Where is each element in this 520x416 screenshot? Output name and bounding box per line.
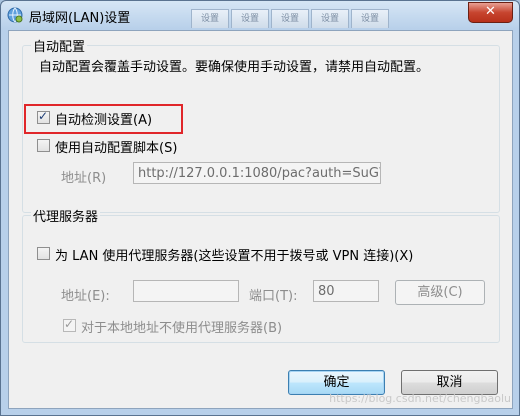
proxy-port-field[interactable]: 80 xyxy=(313,280,379,302)
close-button[interactable]: ✕ xyxy=(468,2,513,23)
background-tab: 设置 xyxy=(351,9,389,28)
proxy-group-label: 代理服务器 xyxy=(31,206,101,225)
watermark: https://blog.csdn.net/chengbaolu xyxy=(329,392,511,405)
internet-options-icon xyxy=(7,7,23,23)
use-proxy-checkbox[interactable] xyxy=(37,247,50,260)
use-script-label[interactable]: 使用自动配置脚本(S) xyxy=(55,137,177,156)
dialog-client-area: 自动配置 自动配置会覆盖手动设置。要确保使用手动设置，请禁用自动配置。 自动检测… xyxy=(8,30,513,409)
use-proxy-label[interactable]: 为 LAN 使用代理服务器(这些设置不用于拨号或 VPN 连接)(X) xyxy=(55,245,413,264)
auto-config-description: 自动配置会覆盖手动设置。要确保使用手动设置，请禁用自动配置。 xyxy=(39,60,430,75)
background-tab: 设置 xyxy=(271,9,309,28)
proxy-address-field[interactable] xyxy=(133,280,239,302)
background-tab: 设置 xyxy=(311,9,349,28)
window-title: 局域网(LAN)设置 xyxy=(29,11,131,26)
bypass-local-checkbox[interactable] xyxy=(63,317,76,332)
bypass-local-label[interactable]: 对于本地地址不使用代理服务器(B) xyxy=(81,317,282,336)
advanced-button[interactable]: 高级(C) xyxy=(395,280,485,305)
use-script-checkbox[interactable] xyxy=(37,139,50,152)
highlight-annotation xyxy=(24,104,183,134)
background-tab: 设置 xyxy=(231,9,269,28)
title-bar[interactable]: 局域网(LAN)设置 设置 设置 设置 设置 设置 ✕ xyxy=(1,1,519,29)
background-tabs: 设置 设置 设置 设置 设置 xyxy=(191,1,441,28)
lan-settings-window: 局域网(LAN)设置 设置 设置 设置 设置 设置 ✕ 自动配置 自动配置会覆盖… xyxy=(0,0,520,416)
auto-config-group-label: 自动配置 xyxy=(31,36,88,55)
proxy-address-label: 地址(E): xyxy=(61,289,110,304)
script-address-field[interactable]: http://127.0.0.1:1080/pac?auth=SuGW xyxy=(133,162,381,184)
proxy-port-label: 端口(T): xyxy=(249,289,298,304)
background-tab: 设置 xyxy=(191,9,229,28)
script-address-label: 地址(R) xyxy=(61,171,107,186)
